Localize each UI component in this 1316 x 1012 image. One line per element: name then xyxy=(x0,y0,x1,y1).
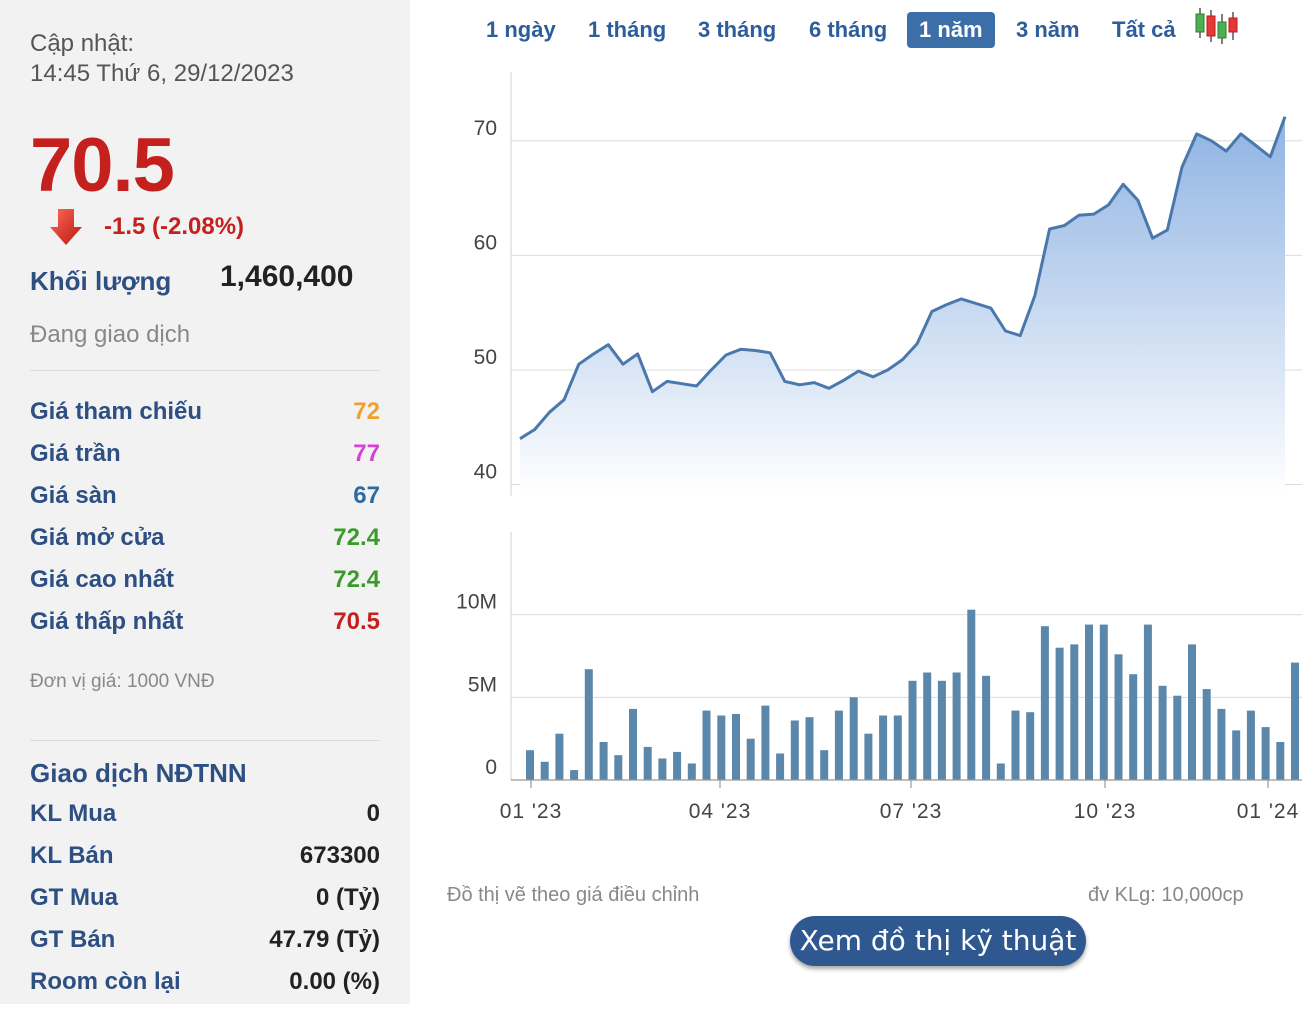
volume-bar xyxy=(761,705,770,780)
x-tick-label: 10 '23 xyxy=(1074,800,1137,823)
volume-bar xyxy=(1143,624,1152,780)
foreign-row-label: GT Mua xyxy=(30,884,118,911)
volume-bar xyxy=(1276,742,1285,780)
price-y-tick-label: 40 xyxy=(474,461,497,484)
volume-bar xyxy=(967,609,976,780)
price-volume-chart: 40 50 60 70 0 5M 10M 01 '23 04 '23 07 '23 10 '23… xyxy=(456,72,1302,823)
volume-bar xyxy=(1232,730,1241,780)
volume-bar xyxy=(1173,695,1182,780)
volume-bar xyxy=(1202,689,1211,780)
price-y-tick-label: 70 xyxy=(474,117,497,140)
volume-bar xyxy=(1291,662,1299,780)
adjusted-price-note: Đồ thị vẽ theo giá điều chỉnh xyxy=(447,884,700,906)
volume-bar xyxy=(864,733,873,780)
volume-bar xyxy=(1246,710,1255,780)
volume-bar xyxy=(805,717,814,780)
volume-bar xyxy=(702,710,711,780)
foreign-row-value: 47.79 (Tỷ) xyxy=(269,926,380,953)
volume-bar xyxy=(1114,654,1123,780)
volume-bar xyxy=(1217,708,1226,780)
volume-bar xyxy=(849,697,858,780)
volume-bar xyxy=(893,715,902,780)
foreign-row-value: 0.00 (%) xyxy=(289,968,380,995)
x-tick-label: 04 '23 xyxy=(689,800,752,823)
foreign-row: GT Bán 47.79 (Tỷ) xyxy=(30,926,380,958)
volume-bar xyxy=(1261,727,1270,780)
foreign-row: GT Mua 0 (Tỷ) xyxy=(30,884,380,916)
volume-bar xyxy=(687,763,696,780)
x-tick-label: 01 '23 xyxy=(500,800,563,823)
x-tick-label: 07 '23 xyxy=(880,800,943,823)
volume-bar xyxy=(614,755,623,780)
volume-bar xyxy=(555,733,564,780)
volume-bar xyxy=(1026,712,1035,780)
foreign-row-value: 0 (Tỷ) xyxy=(315,884,380,911)
volume-unit-note: đv KLg: 10,000cp xyxy=(1088,884,1244,906)
volume-bar xyxy=(923,672,932,780)
volume-bar xyxy=(952,672,961,780)
volume-bar xyxy=(879,715,888,780)
volume-y-tick-label: 10M xyxy=(456,591,497,614)
volume-y-tick-label: 5M xyxy=(468,673,497,696)
volume-bar xyxy=(982,675,991,780)
volume-bar xyxy=(643,746,652,780)
volume-bar xyxy=(996,763,1005,780)
volume-bar xyxy=(1085,624,1093,780)
volume-bar xyxy=(908,680,917,780)
volume-bar xyxy=(599,742,608,780)
volume-bar xyxy=(1158,685,1167,780)
volume-bar xyxy=(1070,644,1079,780)
volume-bar xyxy=(629,708,637,780)
volume-bar xyxy=(717,715,726,780)
volume-bar xyxy=(776,753,785,780)
volume-bar xyxy=(584,669,593,780)
volume-bar xyxy=(732,713,740,780)
volume-bar xyxy=(820,750,829,780)
volume-bar xyxy=(834,710,843,780)
volume-bar xyxy=(658,758,667,780)
volume-bar xyxy=(790,720,799,780)
foreign-row-label: GT Bán xyxy=(30,926,116,953)
volume-bar xyxy=(570,770,579,780)
volume-bar xyxy=(1188,644,1196,780)
volume-bar xyxy=(540,761,549,780)
volume-bar xyxy=(1055,647,1064,780)
volume-bar xyxy=(1099,624,1108,780)
technical-chart-button[interactable]: Xem đồ thị kỹ thuật xyxy=(790,916,1086,966)
volume-bar xyxy=(1011,710,1020,780)
foreign-row: Room còn lại 0.00 (%) xyxy=(30,968,380,1000)
volume-y-tick-label: 0 xyxy=(485,756,497,779)
price-area-fill xyxy=(520,116,1285,496)
volume-bar xyxy=(1129,674,1138,780)
x-tick-label: 01 '24 xyxy=(1237,800,1300,823)
volume-bar xyxy=(526,750,534,780)
price-y-tick-label: 60 xyxy=(474,231,497,254)
volume-bar xyxy=(937,680,946,780)
volume-bar xyxy=(673,751,682,780)
price-y-tick-label: 50 xyxy=(474,346,497,369)
foreign-row-label: Room còn lại xyxy=(30,968,181,995)
volume-bar xyxy=(1040,626,1049,780)
volume-bar xyxy=(746,738,755,780)
